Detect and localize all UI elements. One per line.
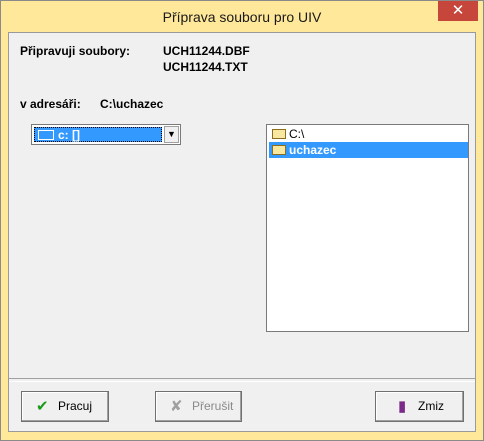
directory-item[interactable]: C:\ [269, 126, 468, 142]
directory-value: C:\uchazec [100, 97, 164, 111]
prerusit-button[interactable]: ✘ Přerušit [155, 391, 242, 422]
directory-item-label: uchazec [289, 143, 337, 157]
prerusit-label: Přerušit [192, 399, 234, 413]
cross-icon: ✘ [170, 398, 183, 415]
pracuj-label: Pracuj [58, 399, 93, 413]
zmiz-button[interactable]: ▮ Zmiz [375, 391, 464, 422]
dropdown-arrow-icon[interactable]: ▼ [164, 126, 179, 143]
zmiz-label: Zmiz [418, 399, 444, 413]
file-name-txt: UCH11244.TXT [163, 60, 248, 74]
button-divider [9, 378, 475, 382]
directory-list[interactable]: C:\ uchazec [266, 124, 469, 332]
files-label: Připravuji soubory: [20, 44, 131, 58]
pracuj-button[interactable]: ✔ Pracuj [21, 391, 109, 422]
checkmark-icon: ✔ [36, 398, 49, 415]
exit-door-icon: ▮ [398, 398, 407, 415]
directory-label: v adresáři: [20, 97, 81, 111]
drive-icon [38, 129, 54, 140]
close-window-button[interactable]: ✕ [438, 1, 478, 21]
file-name-dbf: UCH11244.DBF [163, 44, 250, 58]
directory-item-label: C:\ [289, 127, 305, 141]
open-folder-icon [272, 128, 286, 139]
title-bar[interactable]: Příprava souboru pro UIV ✕ [1, 1, 483, 32]
open-folder-icon [272, 144, 286, 155]
window-title: Příprava souboru pro UIV [162, 9, 322, 25]
drive-select[interactable]: c: [] ▼ [31, 124, 181, 145]
drive-value: c: [] [58, 128, 80, 142]
drive-selected-item: c: [] [34, 127, 162, 142]
dialog-window: Příprava souboru pro UIV ✕ Připravuji so… [0, 0, 484, 441]
directory-item-selected[interactable]: uchazec [269, 142, 468, 158]
dialog-body: Připravuji soubory: UCH11244.DBF UCH1124… [8, 32, 476, 432]
